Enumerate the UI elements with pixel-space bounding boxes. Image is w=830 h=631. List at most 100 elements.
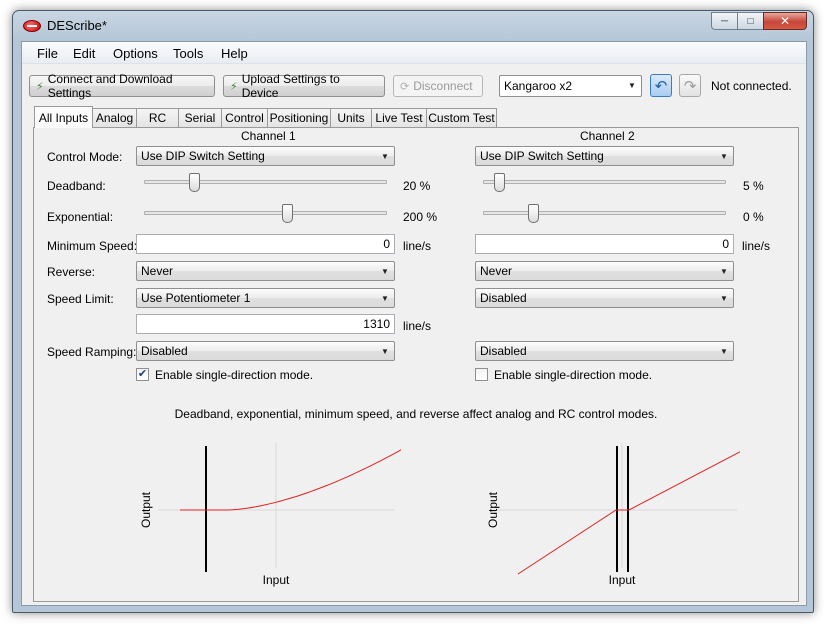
app-logo-icon (23, 20, 41, 32)
ch1-control-mode-value: Use DIP Switch Setting (141, 149, 265, 163)
window-title: DEScribe* (47, 18, 107, 33)
ch2-control-mode-select[interactable]: Use DIP Switch Setting ▼ (475, 146, 734, 166)
speed-limit-label: Speed Limit: (47, 292, 114, 306)
tab-custom-test[interactable]: Custom Test (426, 108, 497, 127)
ch2-minimum-speed-unit: line/s (742, 239, 771, 253)
chevron-down-icon: ▼ (381, 293, 389, 303)
chevron-down-icon: ▼ (628, 81, 636, 90)
tab-live-test[interactable]: Live Test (371, 108, 427, 127)
maximize-button[interactable]: □ (737, 12, 764, 30)
ch1-exponential-slider-track[interactable] (144, 211, 387, 215)
ch1-speed-limit-select[interactable]: Use Potentiometer 1 ▼ (136, 288, 395, 308)
undo-button[interactable]: ↶ (650, 74, 672, 97)
minimize-button[interactable]: ─ (711, 12, 738, 30)
ch1-graph-input-label: Input (263, 573, 290, 587)
chevron-down-icon: ▼ (720, 266, 728, 276)
ch1-single-direction-checkbox[interactable]: ✔ (136, 368, 149, 381)
chevron-down-icon: ▼ (720, 151, 728, 161)
exponential-label: Exponential: (47, 210, 114, 224)
ch1-reverse-select[interactable]: Never ▼ (136, 261, 395, 281)
tab-all-inputs[interactable]: All Inputs (34, 106, 93, 128)
ch2-minimum-speed-input[interactable]: 0 (475, 234, 734, 254)
ch2-deadband-slider-thumb[interactable] (494, 173, 505, 192)
ch2-deadband-value: 5 % (743, 179, 764, 193)
ch1-response-graph: Output Input (139, 443, 401, 587)
connect-icon: ⚡ (36, 80, 44, 93)
tab-control[interactable]: Control (221, 108, 268, 127)
ch2-speed-ramping-value: Disabled (480, 344, 527, 358)
ch2-response-graph: Output Input (486, 443, 740, 587)
ch2-reverse-select[interactable]: Never ▼ (475, 261, 734, 281)
close-button[interactable]: ✕ (763, 12, 807, 30)
ch2-deadband-slider-track[interactable] (483, 180, 726, 184)
all-inputs-panel: Channel 1 Channel 2 Control Mode: Deadba… (33, 127, 799, 602)
ch1-single-direction-label[interactable]: Enable single-direction mode. (155, 368, 313, 382)
ch1-reverse-value: Never (141, 264, 174, 278)
redo-icon: ↷ (683, 77, 697, 95)
ch2-exponential-slider-thumb[interactable] (528, 204, 539, 223)
tab-serial[interactable]: Serial (178, 108, 222, 127)
ch2-speed-ramping-select[interactable]: Disabled ▼ (475, 341, 734, 361)
ch1-speed-ramping-select[interactable]: Disabled ▼ (136, 341, 395, 361)
ch1-exponential-slider-thumb[interactable] (282, 204, 293, 223)
ch2-single-direction-checkbox[interactable] (475, 368, 488, 381)
ch2-control-mode-value: Use DIP Switch Setting (480, 149, 604, 163)
control-mode-label: Control Mode: (47, 150, 123, 164)
client-area: File Edit Options Tools Help ⚡ Connect a… (21, 41, 807, 606)
disconnect-label: Disconnect (413, 79, 473, 93)
upload-settings-label: Upload Settings to Device (241, 72, 340, 100)
ch2-single-direction-label[interactable]: Enable single-direction mode. (494, 368, 652, 382)
deadband-label: Deadband: (47, 179, 106, 193)
minimum-speed-label: Minimum Speed: (47, 239, 138, 253)
speed-ramping-label: Speed Ramping: (47, 345, 137, 359)
ch2-exponential-slider-track[interactable] (483, 211, 726, 215)
ch1-minimum-speed-input[interactable]: 0 (136, 234, 395, 254)
ch1-exponential-value: 200 % (403, 210, 438, 224)
tab-rc[interactable]: RC (136, 108, 179, 127)
chevron-down-icon: ▼ (720, 346, 728, 356)
connection-status: Not connected. (711, 79, 792, 93)
tab-analog[interactable]: Analog (92, 108, 137, 127)
connect-download-button[interactable]: ⚡ Connect and Download Settings (29, 72, 215, 100)
window-controls: ─ □ ✕ (711, 12, 807, 30)
ch1-speed-limit-input[interactable]: 1310 (136, 314, 395, 334)
chevron-down-icon: ▼ (381, 346, 389, 356)
tab-positioning[interactable]: Positioning (267, 108, 331, 127)
ch1-minimum-speed-unit: line/s (403, 239, 432, 253)
ch1-response-curve (180, 449, 401, 511)
ch1-speed-ramping-value: Disabled (141, 344, 188, 358)
ch2-graph-input-label: Input (609, 573, 636, 587)
title-bar[interactable]: DEScribe* ─ □ ✕ (13, 11, 813, 41)
ch1-control-mode-select[interactable]: Use DIP Switch Setting ▼ (136, 146, 395, 166)
ch2-exponential-value: 0 % (743, 210, 764, 224)
menu-options[interactable]: Options (113, 46, 158, 61)
chevron-down-icon: ▼ (720, 293, 728, 303)
ch1-speed-limit-value: Use Potentiometer 1 (141, 291, 251, 305)
menu-edit[interactable]: Edit (73, 46, 95, 61)
undo-icon: ↶ (654, 77, 668, 95)
menu-tools[interactable]: Tools (173, 46, 203, 61)
upload-settings-button[interactable]: ⚡ Upload Settings to Device (223, 72, 385, 100)
disconnect-button[interactable]: ⟳ Disconnect (393, 75, 483, 97)
channel-1-header: Channel 1 (241, 129, 296, 143)
ch1-deadband-value: 20 % (403, 179, 431, 193)
menu-bar: File Edit Options Tools Help (22, 42, 806, 64)
menu-help[interactable]: Help (221, 46, 248, 61)
ch1-deadband-slider-thumb[interactable] (189, 173, 200, 192)
info-note: Deadband, exponential, minimum speed, an… (174, 407, 658, 421)
ch1-deadband-slider-track[interactable] (144, 180, 387, 184)
ch1-graph-output-label: Output (139, 491, 153, 528)
tab-units[interactable]: Units (330, 108, 372, 127)
device-select[interactable]: Kangaroo x2 ▼ (499, 75, 642, 97)
menu-file[interactable]: File (37, 46, 58, 61)
connect-download-label: Connect and Download Settings (47, 72, 173, 100)
chevron-down-icon: ▼ (381, 151, 389, 161)
channel-2-header: Channel 2 (580, 129, 635, 143)
ch2-speed-limit-select[interactable]: Disabled ▼ (475, 288, 734, 308)
redo-button[interactable]: ↷ (679, 74, 701, 97)
ch2-reverse-value: Never (480, 264, 513, 278)
reverse-label: Reverse: (47, 265, 96, 279)
ch1-speed-limit-unit: line/s (403, 319, 432, 333)
chevron-down-icon: ▼ (381, 266, 389, 276)
ch2-graph-output-label: Output (486, 491, 500, 528)
